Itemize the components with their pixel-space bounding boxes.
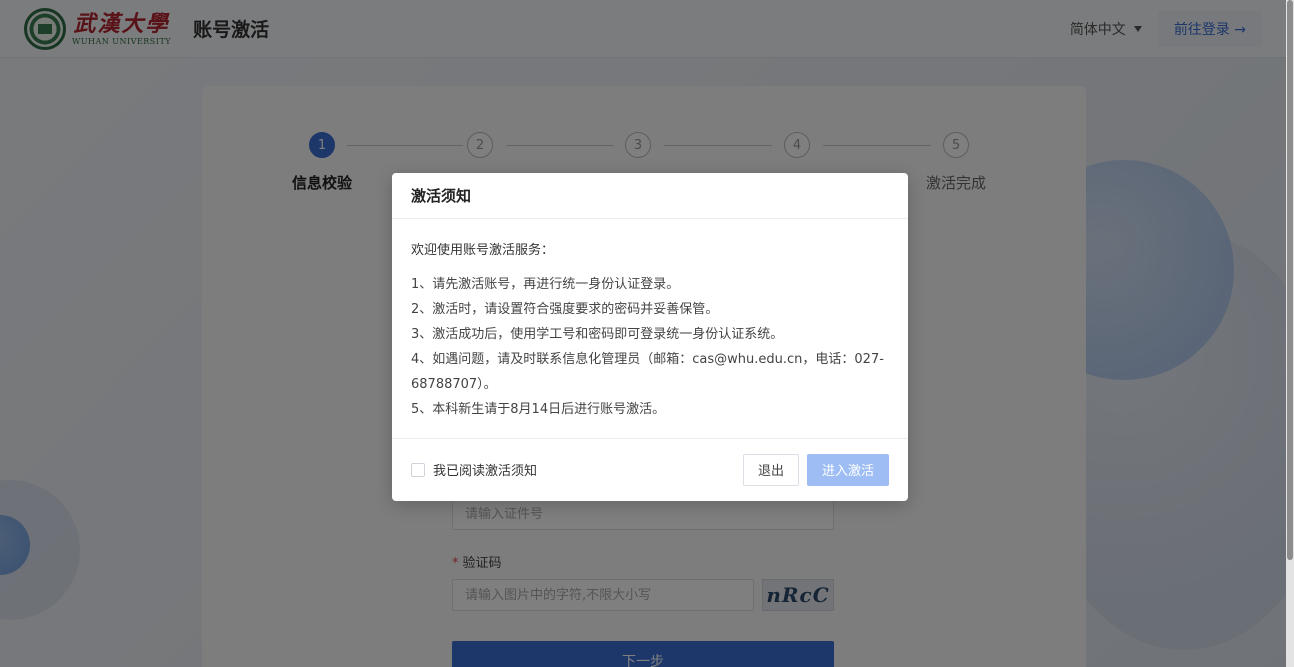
notice-item: 1、请先激活账号，再进行统一身份认证登录。	[411, 277, 680, 292]
agree-checkbox-row[interactable]: 我已阅读激活须知	[411, 460, 537, 479]
notice-item: 3、激活成功后，使用学工号和密码即可登录统一身份认证系统。	[411, 327, 784, 342]
dialog-intro: 欢迎使用账号激活服务：	[411, 243, 555, 258]
notice-item: 5、本科新生请于8月14日后进行账号激活。	[411, 402, 666, 417]
notice-item: 4、如遇问题，请及时联系信息化管理员（邮箱：cas@whu.edu.cn，电话：…	[411, 352, 884, 367]
scrollbar-thumb[interactable]	[1287, 0, 1293, 560]
activation-notice-dialog: 激活须知 欢迎使用账号激活服务： 1、请先激活账号，再进行统一身份认证登录。 2…	[392, 173, 908, 501]
notice-item: 68788707）。	[411, 377, 497, 392]
dialog-body: 欢迎使用账号激活服务： 1、请先激活账号，再进行统一身份认证登录。 2、激活时，…	[392, 219, 908, 439]
notice-item: 2、激活时，请设置符合强度要求的密码并妥善保管。	[411, 302, 719, 317]
enter-activation-button[interactable]: 进入激活	[806, 453, 889, 486]
page-scrollbar[interactable]	[1286, 0, 1294, 667]
agree-checkbox[interactable]	[411, 462, 425, 477]
agree-label: 我已阅读激活须知	[433, 464, 538, 479]
dialog-title: 激活须知	[411, 187, 472, 205]
quit-button[interactable]: 退出	[742, 453, 799, 486]
